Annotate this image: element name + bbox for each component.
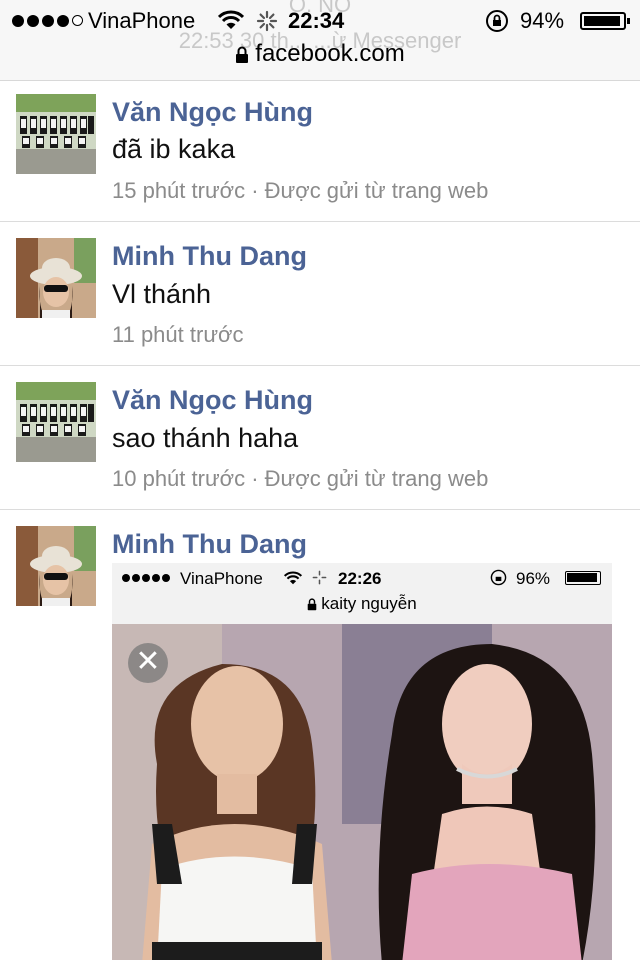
sender-name[interactable]: Văn Ngọc Hùng: [112, 97, 313, 128]
message-text: đã ib kaka: [112, 134, 236, 164]
battery-icon: [580, 12, 630, 30]
battery-percentage: 94%: [520, 8, 565, 33]
sender-name[interactable]: Minh Thu Dang: [112, 529, 307, 560]
group-photo-avatar[interactable]: [16, 382, 96, 462]
attachment-battery: 96%: [516, 569, 551, 588]
message-text: Vl thánh: [112, 279, 212, 309]
message-item[interactable]: Minh Thu Dang Vl thánh 11 phút trước: [0, 222, 640, 366]
attachment-address-text: kaity nguyễn: [321, 594, 417, 613]
carrier-name: VinaPhone: [88, 8, 196, 33]
padlock-icon: [307, 598, 317, 611]
status-bar: Ô. NO 22:53 30 th... ...ừ Messenger Vina…: [0, 0, 640, 81]
wifi-icon: [284, 571, 302, 585]
message-meta: 11 phút trước: [112, 322, 244, 347]
message-text: sao thánh haha: [112, 423, 299, 453]
activity-spinner-icon: [312, 570, 327, 585]
woman-hat-avatar[interactable]: [16, 526, 96, 606]
attachment-status-bar: VinaPhone 22:26 96% kaity nguyễn: [112, 563, 612, 623]
attached-screenshot-image[interactable]: VinaPhone 22:26 96% kaity nguyễn ✕: [112, 563, 612, 960]
sender-name[interactable]: Minh Thu Dang: [112, 241, 307, 272]
attachment-carrier: VinaPhone: [180, 569, 263, 588]
battery-icon: [565, 571, 601, 585]
message-meta: 10 phút trước · Được gửi từ trang web: [112, 466, 489, 491]
close-icon[interactable]: ✕: [128, 643, 168, 683]
activity-spinner-icon: [256, 10, 278, 32]
rotation-lock-icon: [490, 569, 507, 586]
group-photo-avatar[interactable]: [16, 94, 96, 174]
padlock-icon: [236, 46, 249, 63]
clock-time: 22:34: [288, 8, 345, 33]
address-bar[interactable]: facebook.com: [0, 40, 640, 68]
message-item[interactable]: Văn Ngọc Hùng đã ib kaka 15 phút trước ·…: [0, 81, 640, 222]
woman-hat-avatar[interactable]: [16, 238, 96, 318]
sender-name[interactable]: Văn Ngọc Hùng: [112, 385, 313, 416]
url-text: facebook.com: [255, 40, 405, 67]
photo-two-women: [112, 624, 612, 960]
message-meta: 15 phút trước · Được gửi từ trang web: [112, 178, 489, 203]
signal-strength-icon: [122, 574, 170, 582]
wifi-icon: [218, 10, 244, 29]
rotation-lock-icon: [486, 10, 508, 32]
signal-strength-icon: [12, 15, 83, 27]
attachment-time: 22:26: [338, 569, 382, 588]
attachment-address: kaity nguyễn: [112, 594, 612, 614]
message-item[interactable]: Văn Ngọc Hùng sao thánh haha 10 phút trư…: [0, 366, 640, 510]
